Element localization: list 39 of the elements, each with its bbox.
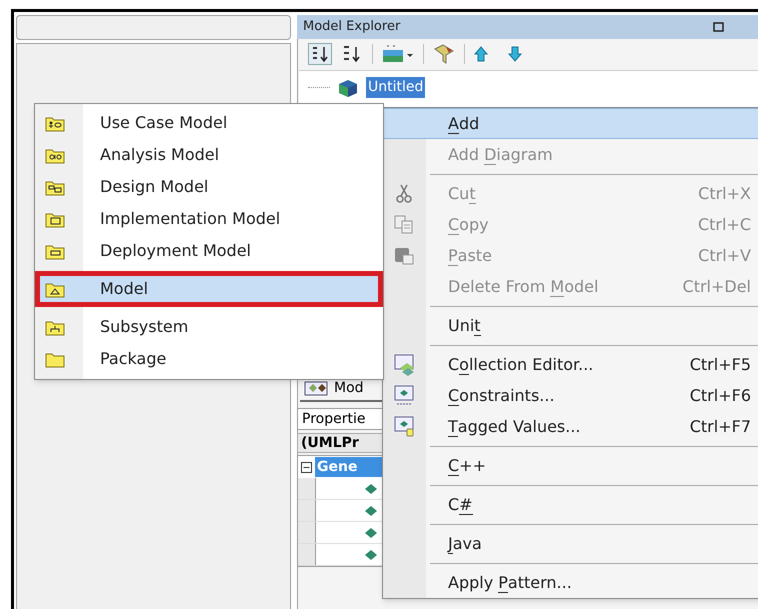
shortcut-label: Ctrl+X: [698, 182, 751, 204]
submenu-item[interactable]: Analysis Model: [35, 139, 383, 171]
menu-item[interactable]: Add: [383, 108, 758, 139]
submenu-item[interactable]: Subsystem: [35, 311, 383, 343]
property-icon: [365, 506, 377, 516]
property-icon: [365, 528, 377, 538]
diagram-dropdown-icon[interactable]: [381, 44, 415, 64]
constraint-icon: [394, 384, 415, 406]
menu-item[interactable]: C#: [383, 489, 758, 520]
sort-numeric-icon[interactable]: [308, 43, 332, 65]
move-down-icon[interactable]: [507, 45, 523, 63]
collapse-icon[interactable]: [301, 462, 312, 472]
shortcut-label: Ctrl+F5: [690, 354, 751, 376]
move-up-icon[interactable]: [473, 45, 489, 63]
submenu-item[interactable]: Implementation Model: [35, 203, 383, 235]
property-icon: [365, 484, 377, 494]
tree-item[interactable]: Untitled: [366, 77, 426, 98]
maximize-icon[interactable]: [713, 22, 724, 32]
submenu-item[interactable]: Use Case Model: [35, 107, 383, 139]
diagram-icon: [304, 379, 330, 397]
shortcut-label: Ctrl+C: [698, 214, 751, 236]
submenu-item[interactable]: Model: [35, 271, 383, 307]
submenu-item[interactable]: Deployment Model: [35, 235, 383, 267]
copy-icon: [394, 214, 415, 236]
diagram-icon: [394, 354, 415, 376]
tag-icon: [394, 416, 415, 438]
filter-icon[interactable]: [432, 43, 456, 65]
property-icon: [365, 550, 377, 560]
shortcut-label: Ctrl+Del: [682, 276, 751, 298]
menu-item[interactable]: Unit: [383, 310, 758, 341]
submenu-item[interactable]: Design Model: [35, 171, 383, 203]
menu-item[interactable]: Java: [383, 528, 758, 559]
shortcut-label: Ctrl+F7: [690, 416, 751, 438]
submenu-item[interactable]: Package: [35, 343, 383, 375]
shortcut-label: Ctrl+V: [698, 244, 751, 266]
panel-title: Model Explorer: [303, 18, 400, 36]
shortcut-label: Ctrl+F6: [690, 384, 751, 406]
cube-icon: [336, 78, 360, 98]
menu-item[interactable]: Apply Pattern...: [383, 567, 758, 598]
